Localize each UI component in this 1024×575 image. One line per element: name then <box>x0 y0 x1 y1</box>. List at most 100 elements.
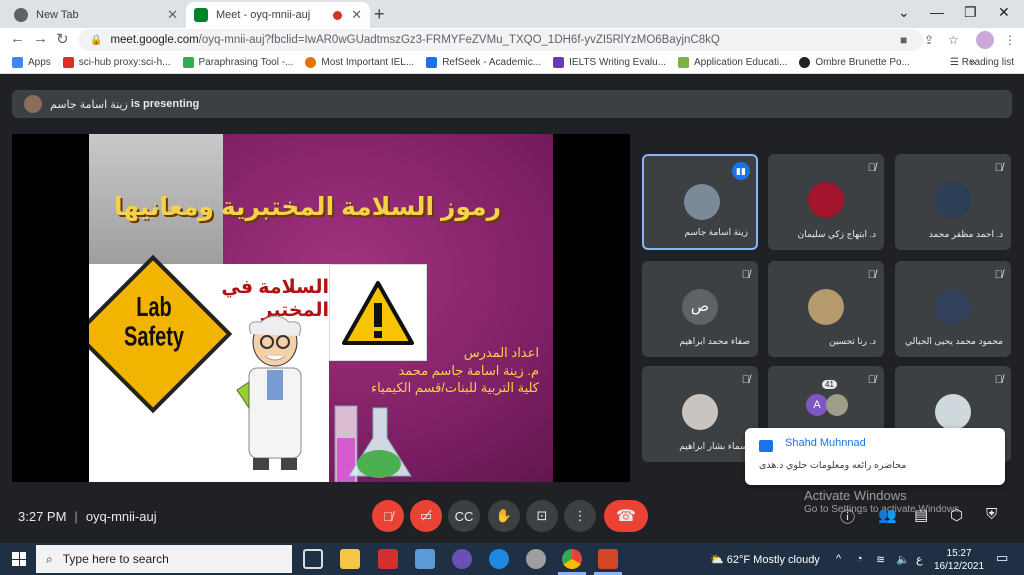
camera-icon[interactable]: ■ <box>900 33 907 47</box>
close-tab-icon[interactable]: ✕ <box>351 7 362 23</box>
notifications-icon[interactable]: ▭ <box>996 550 1008 566</box>
close-tab-icon[interactable]: ✕ <box>167 7 178 23</box>
bookmark-label: Most Important IEL... <box>321 57 415 68</box>
bookmark-item[interactable]: sci-hub proxy:sci-h... <box>62 57 171 68</box>
participant-tile[interactable]: 🎙̸ د. احمد مظفر محمد <box>895 154 1011 250</box>
slide: رموز السلامة المختبرية ومعانيها Lab Safet… <box>89 134 553 482</box>
participant-tile[interactable]: 🎙̸ د. ابتهاج زكي سليمان <box>768 154 884 250</box>
avatar <box>808 289 844 325</box>
task-view-icon[interactable] <box>303 549 323 569</box>
refseek-icon <box>426 57 438 68</box>
bookmark-item[interactable]: Paraphrasing Tool -... <box>182 57 294 68</box>
acrobat-icon[interactable] <box>378 549 398 569</box>
watermark-line: Activate Windows <box>804 488 907 503</box>
tab-new-tab[interactable]: New Tab ✕ <box>6 2 186 28</box>
bookmark-item[interactable]: Application Educati... <box>678 57 787 68</box>
menu-icon[interactable]: ⋮ <box>1004 33 1016 47</box>
share-icon[interactable]: ⇪ <box>924 33 934 47</box>
activities-icon[interactable]: ⬡ <box>950 506 963 524</box>
people-icon[interactable]: 👥 <box>878 506 897 524</box>
wifi-icon[interactable]: ≋ <box>876 553 885 566</box>
chat-icon[interactable]: ▤ <box>914 506 928 524</box>
participant-tile[interactable]: 🎙̸ ص صفاء محمد ابراهيم <box>642 261 758 357</box>
reload-button[interactable]: ↻ <box>56 30 69 48</box>
windows-start-icon[interactable] <box>12 552 26 566</box>
tab-meet[interactable]: Meet - oyq-mnii-auj ✕ <box>186 2 370 28</box>
file-explorer-icon[interactable] <box>340 549 360 569</box>
credit-line: كلية التربية للبنات/قسم الكيمياء <box>371 380 539 396</box>
mic-toggle-button[interactable]: 🎙̸ <box>372 500 404 532</box>
presenting-label: is presenting <box>130 98 200 110</box>
edge-icon[interactable] <box>489 549 509 569</box>
close-window-button[interactable]: ✕ <box>998 4 1010 21</box>
host-controls-icon[interactable]: ⛨ <box>986 506 997 523</box>
bookmark-item[interactable]: Most Important IEL... <box>305 57 414 68</box>
present-button[interactable]: ⊡ <box>526 500 558 532</box>
chrome-icon[interactable] <box>562 549 582 569</box>
language-indicator[interactable]: ع <box>916 553 923 566</box>
bookmark-apps[interactable]: Apps <box>12 57 51 68</box>
presentation-stage[interactable]: رموز السلامة المختبرية ومعانيها Lab Safet… <box>12 134 630 482</box>
avatar <box>826 394 848 416</box>
more-options-button[interactable]: ⋮ <box>564 500 596 532</box>
captions-button[interactable]: CC <box>448 500 480 532</box>
media-player-icon[interactable] <box>452 549 472 569</box>
scientist-illustration <box>236 315 302 470</box>
mic-off-icon: 🎙̸ <box>867 162 876 174</box>
avatar <box>808 182 844 218</box>
participant-tile[interactable]: 🎙̸ د. رنا تحسين <box>768 261 884 357</box>
bookmark-item[interactable]: IELTS Writing Evalu... <box>553 57 666 68</box>
presenting-banner: زينة اسامة جاسم is presenting <box>12 90 1012 118</box>
participant-name: د. ابتهاج زكي سليمان <box>797 229 876 239</box>
avatar <box>935 289 971 325</box>
raise-hand-button[interactable]: ✋ <box>488 500 520 532</box>
address-bar[interactable]: 🔒 meet.google.com /oyq-mnii-auj?fbclid=I… <box>78 29 923 51</box>
app-icon[interactable] <box>526 549 546 569</box>
credit-line: اعداد المدرس <box>463 345 539 360</box>
powerpoint-icon[interactable] <box>598 549 618 569</box>
new-tab-button[interactable]: + <box>374 4 385 25</box>
ielts-icon <box>305 57 317 68</box>
bookmark-label: IELTS Writing Evalu... <box>569 57 667 68</box>
lock-icon: 🔒 <box>90 34 103 46</box>
browser-toolbar: ← → ↻ 🔒 meet.google.com /oyq-mnii-auj?fb… <box>0 28 1024 52</box>
bookmark-label: Paraphrasing Tool -... <box>198 57 294 68</box>
volume-icon[interactable]: 🔈 <box>896 553 910 566</box>
taskbar-search[interactable]: ⌕ Type here to search <box>36 545 292 573</box>
photos-icon[interactable] <box>415 549 435 569</box>
avatar[interactable] <box>976 31 994 49</box>
url-host: meet.google.com <box>110 34 199 46</box>
avatar <box>935 182 971 218</box>
chevron-up-icon[interactable]: ^ <box>836 553 841 565</box>
chrome-icon <box>14 8 28 22</box>
bookmark-item[interactable]: Ombre Brunette Po... <box>799 57 910 68</box>
sci-hub-icon <box>62 57 74 68</box>
network-icon[interactable]: ◔ <box>856 553 863 565</box>
chevron-down-icon[interactable]: ⌄ <box>898 4 910 21</box>
participant-tile[interactable]: 🎙̸ اسماء بشار ابراهيم <box>642 366 758 462</box>
minimize-button[interactable]: — <box>930 4 944 20</box>
avatar: A <box>806 394 828 416</box>
back-button[interactable]: ← <box>10 30 25 47</box>
maximize-button[interactable]: ❐ <box>964 4 977 21</box>
weather-widget[interactable]: ⛅ 62°F Mostly cloudy <box>710 553 820 566</box>
forward-button[interactable]: → <box>33 30 48 47</box>
participant-tile[interactable]: 🎙̸ محمود محمد يحيى الحيالي <box>895 261 1011 357</box>
leave-call-button[interactable]: ☎ <box>604 500 648 532</box>
credit-line: م. زينة اسامة جاسم محمد <box>398 362 539 378</box>
camera-toggle-button[interactable]: ▭̸ <box>410 500 442 532</box>
reading-list-button[interactable]: ☰ Reading list <box>950 57 1014 68</box>
participant-name: د. احمد مظفر محمد <box>928 229 1003 239</box>
avatar <box>935 394 971 430</box>
system-clock[interactable]: 15:27 16/12/2021 <box>934 547 984 573</box>
captions-icon: CC <box>454 508 474 524</box>
participant-tile[interactable]: ▮▮ زينة اسامة جاسم <box>642 154 758 250</box>
chat-notification[interactable]: Shahd Muhnnad محاضره رائعه ومعلومات حلوي… <box>745 428 1005 485</box>
notification-sender: Shahd Muhnnad <box>785 437 866 449</box>
info-icon[interactable]: ⓘ <box>840 506 855 527</box>
participant-name: زينة اسامة جاسم <box>684 227 748 237</box>
star-icon[interactable]: ☆ <box>948 33 959 47</box>
avatar <box>684 184 720 220</box>
url-path: /oyq-mnii-auj?fbclid=IwAR0wGUadtmszGz3-F… <box>198 34 720 46</box>
bookmark-item[interactable]: RefSeek - Academic... <box>426 57 541 68</box>
